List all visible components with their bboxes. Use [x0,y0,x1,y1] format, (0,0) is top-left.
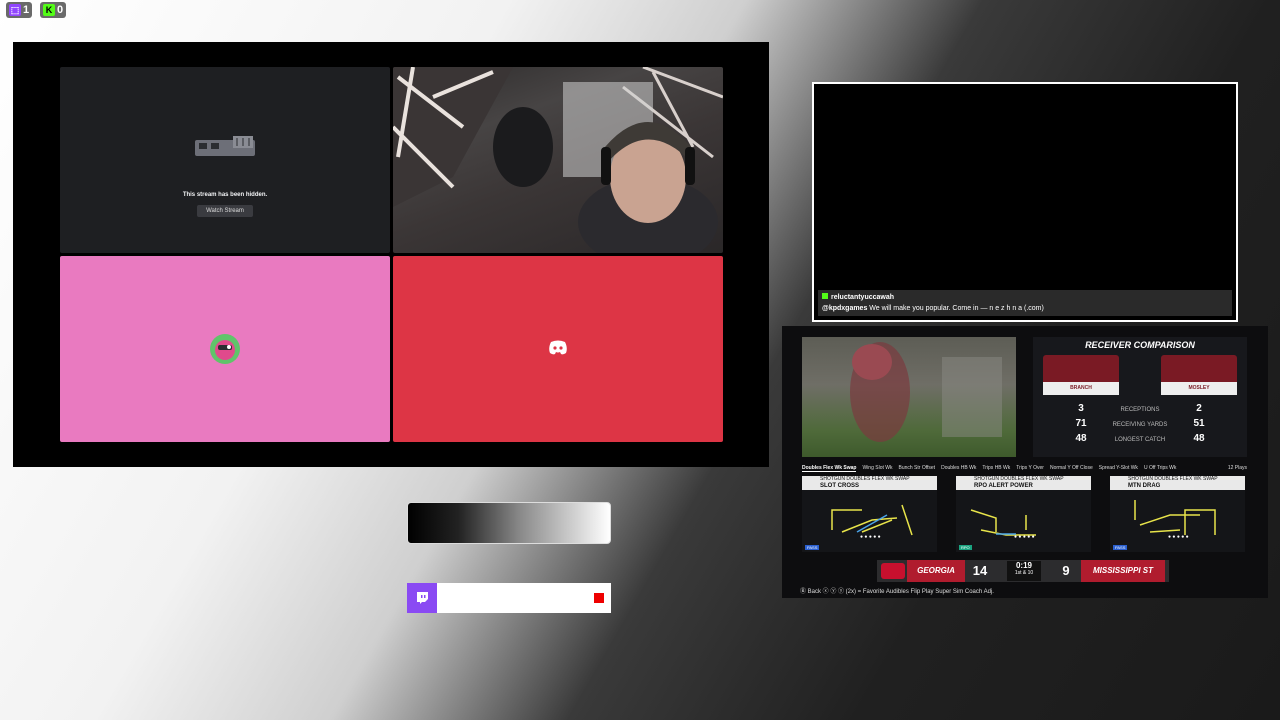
comparison-title: RECEIVER COMPARISON [1085,340,1195,350]
home-team-name: GEORGIA [907,560,965,582]
user-avatar-tile[interactable] [60,256,390,442]
play-formation: SHOTGUN DOUBLES FLEX WK SWAP [1128,476,1218,482]
tab-formation[interactable]: Trips Y Over [1016,465,1044,471]
webcam-tile[interactable] [393,67,723,253]
tab-formation[interactable]: U Off Trips Wk [1144,465,1176,471]
tab-formation[interactable]: Spread Y-Slot Wk [1099,465,1138,471]
kick-viewer-count: 0 [57,4,64,16]
user-avatar [210,334,240,364]
left-stat: 48 [1075,433,1087,444]
away-team-name: MISSISSIPPI ST [1081,560,1165,582]
twitch-alert-bar [407,583,611,613]
tab-formation[interactable]: Doubles Flex Wk Swap [802,465,857,472]
play-card-2[interactable]: SHOTGUN DOUBLES FLEX WK SWAP RPO ALERT PO… [956,476,1091,552]
hidden-stream-tile[interactable]: This stream has been hidden. Watch Strea… [60,67,390,253]
twitch-icon [407,583,437,613]
controller-hints: Ⓑ Back ⓧ ⓨ ⓨ (2x) = Favorite Audibles Fl… [800,589,994,595]
play-card-3[interactable]: SHOTGUN DOUBLES FLEX WK SWAP MTN DRAG ● ●… [1110,476,1245,552]
tab-formation[interactable]: Normal Y Off Close [1050,465,1093,471]
play-diagram: ● ● ● ● ● [831,504,913,540]
left-player-card: BRANCH [1043,355,1119,395]
play-formation: SHOTGUN DOUBLES FLEX WK SWAP [974,476,1064,482]
right-stat: 48 [1193,433,1205,444]
svg-text:● ● ● ● ●: ● ● ● ● ● [1014,534,1035,540]
hidden-stream-message: This stream has been hidden. [182,192,268,198]
left-stat: 3 [1078,403,1084,414]
right-player-name: MOSLEY [1161,382,1237,395]
kick-icon: K [43,4,55,16]
away-score: 9 [1062,563,1070,578]
svg-text:● ● ● ● ●: ● ● ● ● ● [860,534,881,540]
stat-row: 48 LONGEST CATCH 48 [1033,433,1247,448]
right-player-card: MOSLEY [1161,355,1237,395]
discord-icon [549,340,567,355]
tab-formation[interactable]: Trips HB Wk [982,465,1010,471]
clock-time: 0:19 [1015,561,1032,570]
twitch-viewer-count: 1 [23,4,30,16]
watch-stream-button[interactable]: Watch Stream [197,205,253,217]
discord-call-panel: This stream has been hidden. Watch Strea… [13,42,769,467]
play-tag: RPO [959,545,972,550]
play-diagram: ● ● ● ● ● [1134,500,1216,540]
stat-label: RECEIVING YARDS [1112,422,1168,428]
left-stat: 71 [1075,418,1087,429]
record-indicator [594,593,604,603]
stat-label: RECEPTIONS [1120,407,1160,413]
play-name: RPO ALERT POWER [974,483,1033,489]
down-distance: 1st & 10 [1014,570,1034,576]
tab-formation[interactable]: Wing Slot Wk [862,465,892,471]
hidden-stream-icon [195,136,255,156]
formation-tabs: Doubles Flex Wk Swap Wing Slot Wk Bunch … [802,462,1247,474]
chat-messages: reluctantyuccawah @kpdxgames We will mak… [818,290,1232,316]
game-field-view [802,337,1016,457]
play-header: SHOTGUN DOUBLES FLEX WK SWAP RPO ALERT PO… [956,476,1091,490]
chat-text: We will make you popular. Come in — n e … [869,305,1044,312]
chat-username: reluctantyuccawah [831,294,895,301]
chat-area [818,88,1232,316]
chat-message: @kpdxgames We will make you popular. Com… [822,303,1228,314]
plays-count: 12 Plays [1227,465,1247,471]
receiver-comparison-panel: RECEIVER COMPARISON BRANCH MOSLEY 3 RECE… [1033,337,1247,457]
webcam-feed [393,67,723,253]
chat-overlay: reluctantyuccawah @kpdxgames We will mak… [812,82,1238,322]
svg-text:● ● ● ● ●: ● ● ● ● ● [1168,534,1189,540]
right-stat: 2 [1196,403,1202,414]
kick-icon [822,293,828,299]
stat-row: 71 RECEIVING YARDS 51 [1033,418,1247,433]
play-formation: SHOTGUN DOUBLES FLEX WK SWAP [820,476,910,482]
stat-row: 3 RECEPTIONS 2 [1033,403,1247,418]
scoreboard: GEORGIA 14 0:19 1st & 10 9 MISSISSIPPI S… [877,560,1169,582]
twitch-viewer-badge: ⬚ 1 [6,2,33,18]
play-card-1[interactable]: SHOTGUN DOUBLES FLEX WK SWAP SLOT CROSS ●… [802,476,937,552]
twitch-icon: ⬚ [9,4,21,16]
overlay-gradient-bar [407,502,611,544]
play-diagram: ● ● ● ● ● [970,509,1036,540]
discord-tile[interactable] [393,256,723,442]
play-tag: PASS [1113,545,1128,550]
left-player-name: BRANCH [1043,382,1119,395]
tab-formation[interactable]: Bunch Str Offset [898,465,935,471]
play-name: SLOT CROSS [820,483,860,489]
kick-viewer-badge: K 0 [40,2,67,18]
game-clock: 0:19 1st & 10 [1007,561,1041,581]
right-stat: 51 [1193,418,1205,429]
play-header: SHOTGUN DOUBLES FLEX WK SWAP SLOT CROSS [802,476,937,490]
play-header: SHOTGUN DOUBLES FLEX WK SWAP MTN DRAG [1110,476,1245,490]
home-score: 14 [972,563,988,578]
chat-username: @kpdxgames [822,305,868,312]
tab-formation[interactable]: Doubles HB Wk [941,465,976,471]
play-tag: PASS [805,545,820,550]
play-name: MTN DRAG [1128,483,1161,489]
chat-message: reluctantyuccawah [822,292,1228,303]
georgia-logo [881,563,905,579]
stat-label: LONGEST CATCH [1114,437,1166,443]
